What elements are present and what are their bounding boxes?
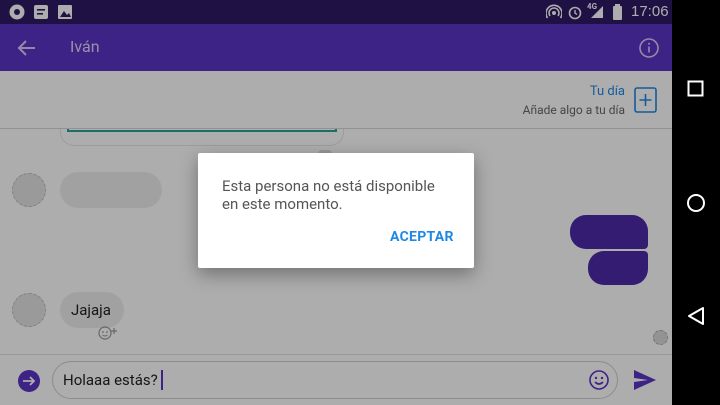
accept-button[interactable]: ACEPTAR <box>390 229 454 245</box>
navigation-bar <box>672 0 720 405</box>
dialog-message-line-2: en este momento. <box>222 195 343 213</box>
home-circle-icon[interactable] <box>686 193 706 213</box>
back-triangle-icon[interactable] <box>687 306 705 326</box>
alert-dialog: Esta persona no está disponible en este … <box>198 153 474 268</box>
dialog-message-line-1: Esta persona no está disponible <box>222 177 435 195</box>
overview-square-icon[interactable] <box>687 80 705 98</box>
screen: 4G 17:06 Iván Jajaja Tu día Añade algo a… <box>0 0 672 405</box>
